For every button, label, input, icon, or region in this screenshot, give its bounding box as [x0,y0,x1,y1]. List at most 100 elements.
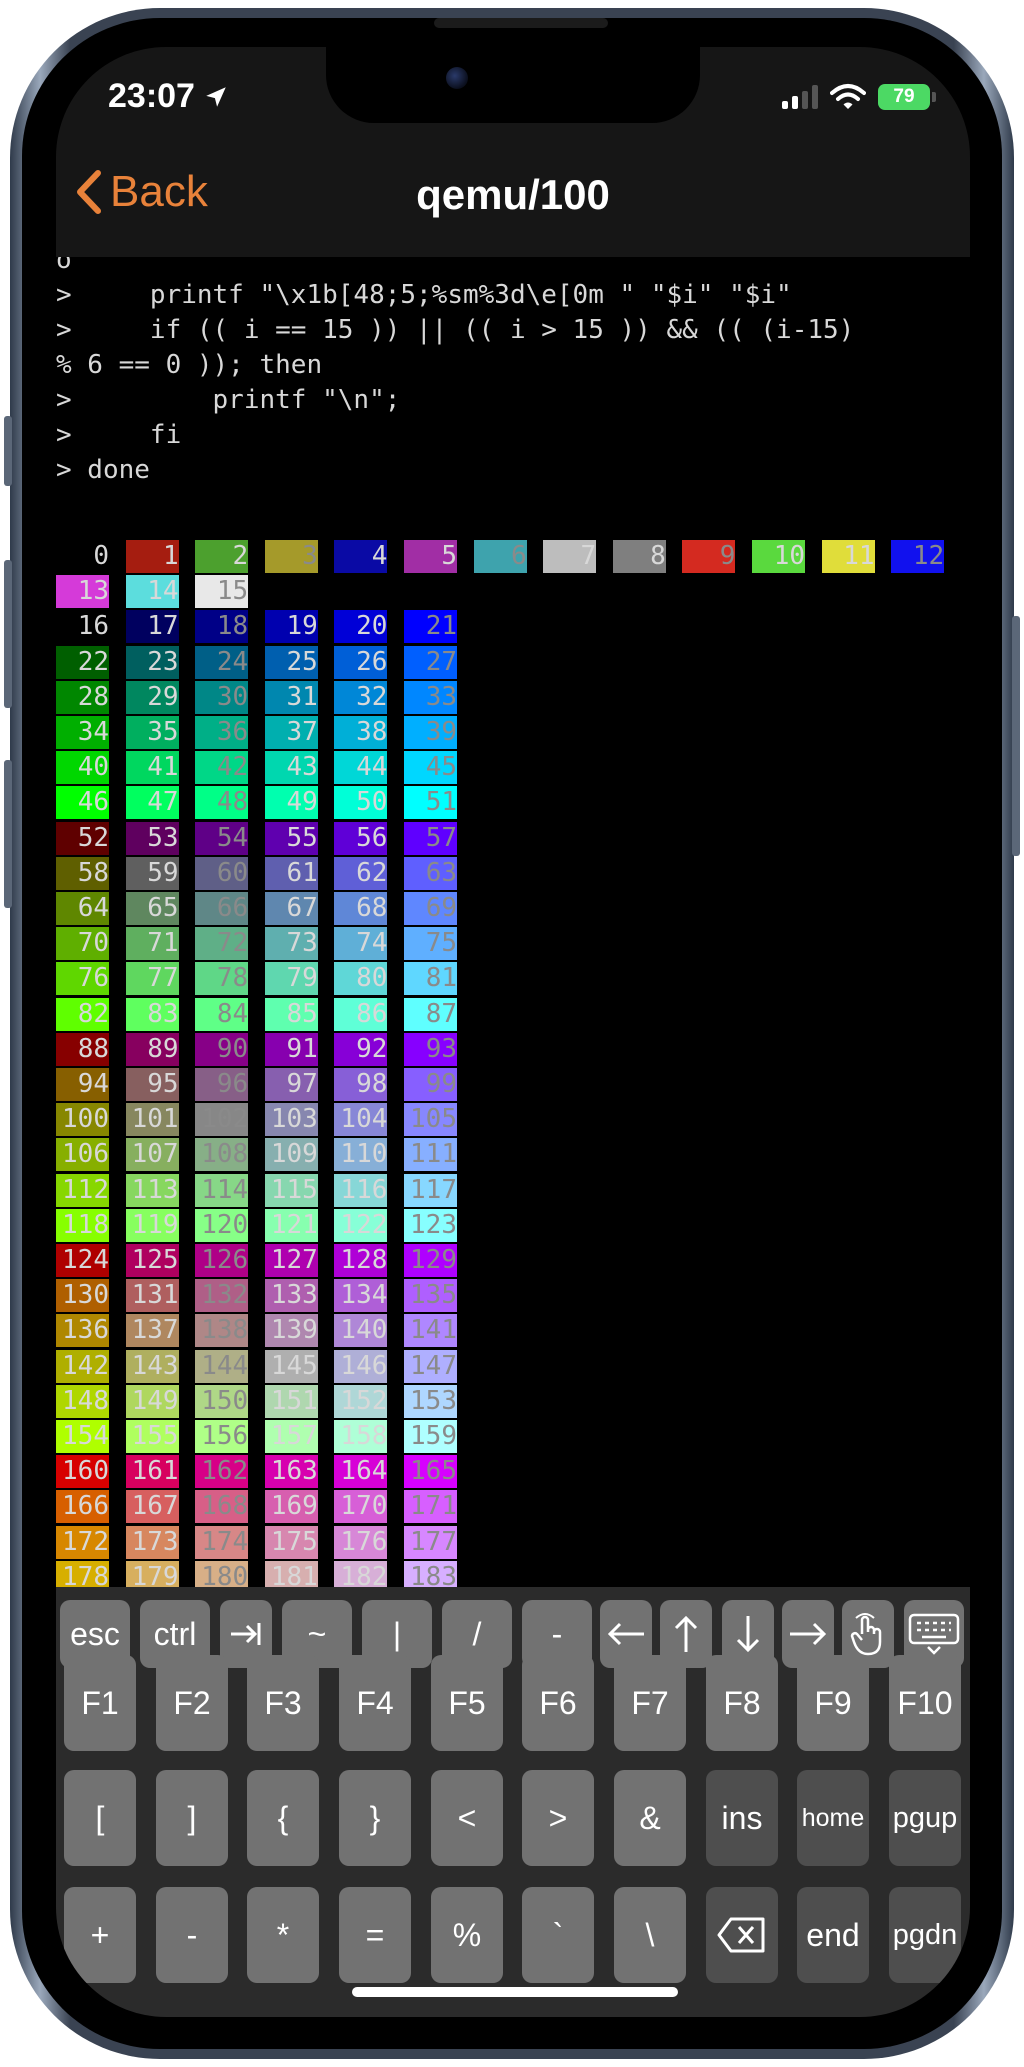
key-f7[interactable]: F7 [614,1655,686,1751]
front-camera [446,67,468,89]
key-label: F9 [814,1684,852,1721]
color-swatch: 11 [821,540,875,573]
color-swatch: 6 [473,540,527,573]
key-label: esc [70,1615,120,1652]
color-swatch: 91 [264,1032,318,1066]
key-f6[interactable]: F6 [522,1655,594,1751]
brace-right-key[interactable]: } [339,1770,411,1866]
terminal-output[interactable]: o > printf "\x1b[48;5;%sm%3d\e[0m " "$i" … [56,257,970,1587]
color-swatch: 136 [56,1314,109,1348]
key-label: } [369,1799,381,1836]
color-swatch: 21 [404,610,457,644]
home-indicator[interactable] [352,1987,678,1997]
color-swatch: 85 [264,997,318,1031]
color-swatch: 172 [56,1525,109,1559]
key-label: F8 [723,1684,761,1721]
arrow-down-icon [733,1614,763,1654]
color-swatch: 182 [334,1560,388,1587]
key-f2[interactable]: F2 [156,1655,228,1751]
color-swatch: 50 [334,786,388,820]
key-label: pgdn [892,1918,958,1951]
color-swatch: 75 [404,927,457,961]
color-swatch: 28 [56,680,109,714]
color-swatch: 160 [56,1455,109,1489]
key-ins[interactable]: ins [706,1770,778,1866]
minus-key[interactable]: - [156,1887,228,1983]
key-f1[interactable]: F1 [64,1655,136,1751]
color-swatch: 20 [334,610,388,644]
ampersand-key[interactable]: & [614,1770,686,1866]
color-swatch: 5 [404,540,457,573]
color-swatch: 156 [195,1420,249,1453]
color-swatch: 141 [404,1314,457,1348]
key-f4[interactable]: F4 [339,1655,411,1751]
location-arrow-icon [206,86,226,107]
key-label: ] [187,1799,197,1836]
color-swatch: 96 [195,1068,249,1101]
color-swatch: 95 [125,1068,179,1101]
key-label: ins [721,1799,763,1836]
key-label: - [186,1916,198,1953]
color-swatch: 47 [125,786,179,820]
color-swatch: 62 [334,856,388,890]
delete-key[interactable] [706,1887,778,1983]
backtick-key[interactable]: ` [522,1887,594,1983]
key-label: end [806,1916,860,1953]
arrow-left-icon [606,1619,646,1649]
earpiece-speaker [434,18,608,28]
color-swatch: 152 [334,1384,388,1418]
key-f5[interactable]: F5 [431,1655,503,1751]
color-swatch: 74 [334,927,388,961]
color-swatch: 44 [334,751,388,785]
plus-key[interactable]: + [64,1887,136,1983]
key-label: < [457,1799,477,1836]
color-swatch: 106 [56,1138,109,1172]
brace-left-key[interactable]: { [247,1770,319,1866]
color-swatch: 149 [125,1384,179,1418]
color-swatch: 8 [612,540,666,573]
key-label: % [452,1916,482,1953]
color-swatch: 181 [264,1560,318,1587]
key-pgdn[interactable]: pgdn [889,1887,961,1983]
color-swatch: 153 [404,1384,457,1418]
key-f9[interactable]: F9 [797,1655,869,1751]
color-swatch: 35 [125,716,179,749]
color-swatch: 1 [125,540,179,573]
key-home[interactable]: home [797,1770,869,1866]
asterisk-key[interactable]: * [247,1887,319,1983]
bracket-left-key[interactable]: [ [64,1770,136,1866]
equals-key[interactable]: = [339,1887,411,1983]
color-swatch: 73 [264,927,318,961]
color-swatch: 142 [56,1349,109,1383]
backslash-key[interactable]: \ [614,1887,686,1983]
color-swatch: 70 [56,927,109,961]
color-swatch: 22 [56,645,109,679]
key-f3[interactable]: F3 [247,1655,319,1751]
greater-than-key[interactable]: > [522,1770,594,1866]
key-pgup[interactable]: pgup [889,1770,961,1866]
color-swatch: 123 [404,1208,457,1242]
key-label: ` [552,1916,564,1953]
color-swatch: 131 [125,1279,179,1313]
key-end[interactable]: end [797,1887,869,1983]
key-f8[interactable]: F8 [706,1655,778,1751]
notch [326,47,700,123]
color-swatch: 48 [195,786,249,820]
color-swatch: 103 [264,1103,318,1137]
bracket-right-key[interactable]: ] [156,1770,228,1866]
arrow-up-icon [671,1614,701,1654]
color-swatch: 139 [264,1314,318,1348]
color-swatch: 158 [334,1420,388,1453]
color-swatch: 104 [334,1103,388,1137]
color-swatch: 63 [404,856,457,890]
percent-key[interactable]: % [431,1887,503,1983]
key-f10[interactable]: F10 [889,1655,961,1751]
color-swatch: 176 [334,1525,388,1559]
key-label: * [276,1916,290,1953]
color-swatch: 58 [56,856,109,890]
screen: 23:07 79 Back qemu/100 o > printf "\x1b[4… [56,47,970,2017]
color-swatch: 137 [125,1314,179,1348]
color-swatch: 87 [404,997,457,1031]
less-than-key[interactable]: < [431,1770,503,1866]
color-swatch: 175 [264,1525,318,1559]
